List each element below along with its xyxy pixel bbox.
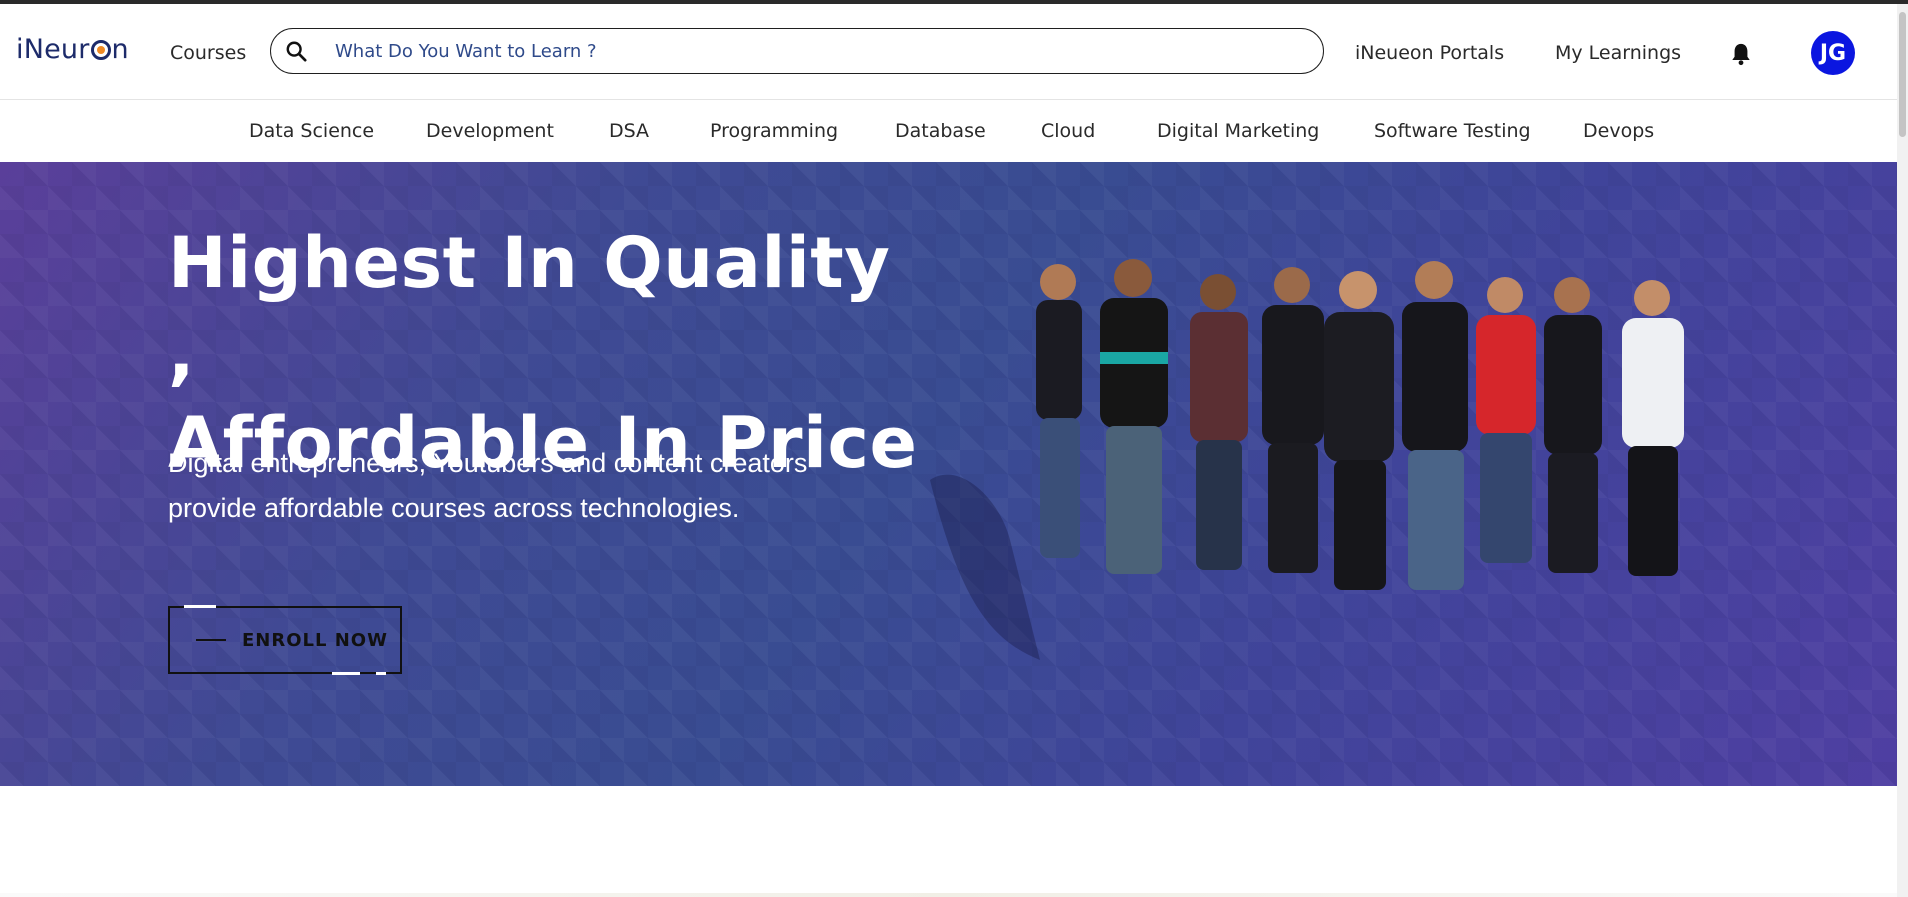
user-avatar[interactable]: JG xyxy=(1811,31,1855,75)
scrollbar-thumb[interactable] xyxy=(1899,12,1906,137)
hero-subtext: Digital entrepreneurs, Youtubers and con… xyxy=(168,448,808,523)
logo-o-icon xyxy=(90,39,111,60)
category-database[interactable]: Database xyxy=(895,120,986,142)
category-devops[interactable]: Devops xyxy=(1583,120,1654,142)
button-accent xyxy=(184,605,216,608)
page-content-area xyxy=(0,786,1897,897)
team-member-8 xyxy=(1544,277,1602,573)
team-member-3 xyxy=(1190,274,1248,570)
team-shadow xyxy=(930,474,1040,660)
courses-link[interactable]: Courses xyxy=(170,42,246,64)
enroll-now-button[interactable]: ENROLL NOW xyxy=(168,605,402,675)
category-digital-marketing[interactable]: Digital Marketing xyxy=(1157,120,1319,142)
team-member-9 xyxy=(1622,280,1684,576)
search-icon xyxy=(286,41,307,62)
category-dsa[interactable]: DSA xyxy=(609,120,649,142)
button-dash xyxy=(196,639,226,641)
team-member-1 xyxy=(1036,264,1082,558)
bell-icon[interactable] xyxy=(1730,42,1752,66)
category-cloud[interactable]: Cloud xyxy=(1041,120,1095,142)
logo-text-end: n xyxy=(111,34,129,65)
team-member-2 xyxy=(1100,259,1168,574)
hero-headline-line-1: Highest In Quality , xyxy=(168,222,891,394)
search-placeholder: What Do You Want to Learn ? xyxy=(335,40,597,62)
button-accent xyxy=(332,672,360,675)
team-member-5 xyxy=(1324,271,1394,590)
my-learnings-link[interactable]: My Learnings xyxy=(1555,42,1681,64)
next-section-edge xyxy=(0,893,1897,897)
category-development[interactable]: Development xyxy=(426,120,554,142)
category-software-testing[interactable]: Software Testing xyxy=(1374,120,1531,142)
page-scrollbar[interactable] xyxy=(1897,4,1908,897)
team-member-6 xyxy=(1402,261,1468,590)
team-member-7 xyxy=(1476,277,1536,563)
logo-text: iNeur xyxy=(16,34,90,65)
enroll-now-label: ENROLL NOW xyxy=(242,629,388,651)
ineuron-logo[interactable]: iNeur n xyxy=(16,34,129,65)
category-data-science[interactable]: Data Science xyxy=(249,120,374,142)
team-photo xyxy=(930,259,1684,660)
search-bar[interactable]: What Do You Want to Learn ? xyxy=(270,28,1324,74)
category-programming[interactable]: Programming xyxy=(710,120,838,142)
site-header: iNeur n Courses What Do You Want to Learn… xyxy=(0,4,1897,100)
team-member-4 xyxy=(1262,267,1324,573)
button-accent xyxy=(376,672,386,675)
hero-banner: Highest In Quality , Affordable In Price… xyxy=(0,162,1897,786)
category-bar: Data Science Development DSA Programming… xyxy=(0,100,1897,161)
portals-link[interactable]: iNeueon Portals xyxy=(1355,42,1504,64)
